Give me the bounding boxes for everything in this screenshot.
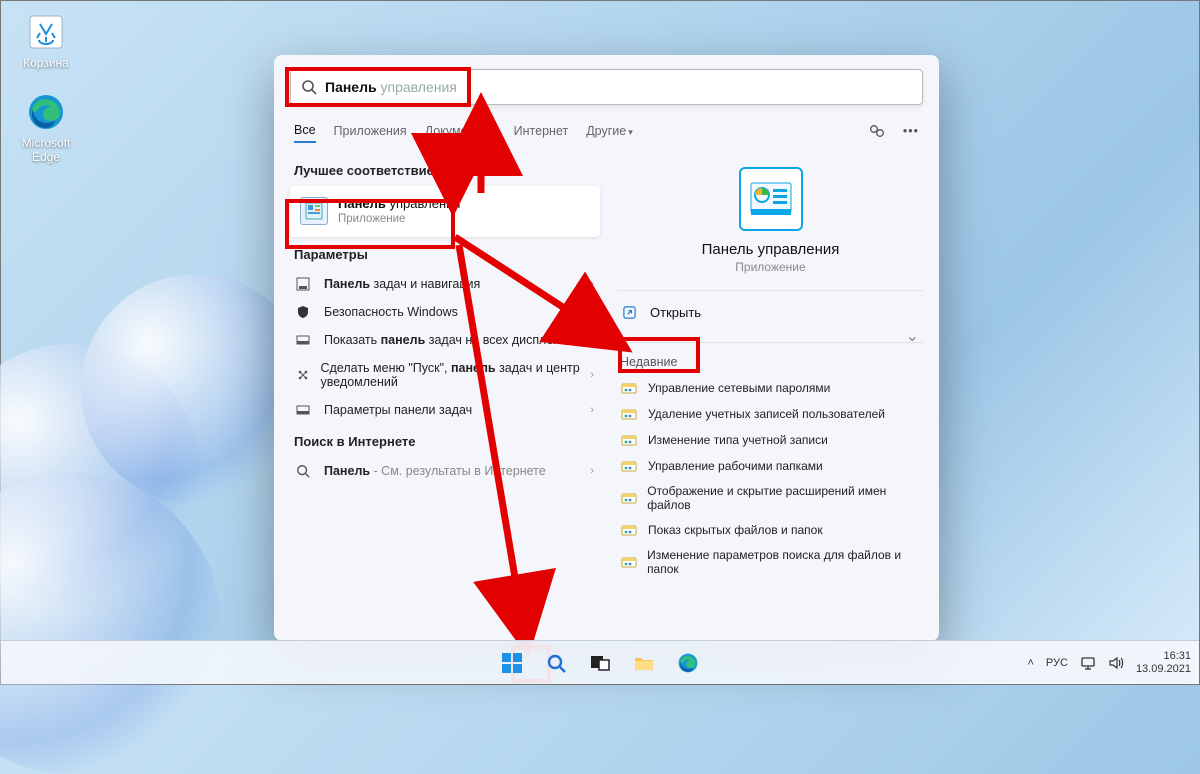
recent-item-label: Изменение типа учетной записи [648, 433, 828, 447]
web-header: Поиск в Интернете [294, 434, 600, 449]
open-label: Открыть [650, 305, 701, 320]
tab-apps[interactable]: Приложения [334, 120, 407, 142]
tray-overflow-icon[interactable]: ˄ [1027, 657, 1033, 669]
settings-item-icon [296, 403, 314, 417]
settings-item-label: Безопасность Windows [324, 305, 458, 319]
params-header: Параметры [294, 247, 600, 262]
web-item-text: Панель - См. результаты в Интернете [324, 464, 546, 478]
tab-more[interactable]: Другие▾ [586, 120, 633, 142]
network-icon[interactable] [1080, 656, 1096, 670]
edge-icon [25, 91, 67, 133]
recent-item-icon [620, 406, 638, 422]
detail-app-icon [739, 167, 803, 231]
tab-docs[interactable]: Документы▾ [425, 120, 496, 142]
recent-item-label: Управление сетевыми паролями [648, 381, 830, 395]
expand-chevron-icon[interactable]: ⌄ [906, 326, 919, 346]
recent-item-icon [620, 458, 638, 474]
settings-item[interactable]: Показать панель задач на всех дисплеях› [290, 326, 600, 354]
edge-taskbar-button[interactable] [668, 643, 708, 683]
recent-header: Недавние [620, 355, 923, 369]
taskbar-search-button[interactable] [536, 643, 576, 683]
recent-item-label: Удаление учетных записей пользователей [648, 407, 885, 421]
open-button[interactable]: Открыть [618, 299, 923, 326]
search-query: Панель управления [325, 79, 457, 95]
search-tabs: Все Приложения Документы▾ Интернет Други… [294, 119, 919, 143]
more-icon[interactable]: ••• [903, 124, 919, 138]
settings-item-icon [296, 305, 314, 319]
control-panel-icon [300, 197, 328, 225]
search-input-row[interactable]: Панель управления [290, 69, 923, 105]
settings-item-label: Сделать меню "Пуск", панель задач и цент… [320, 361, 594, 389]
recent-item[interactable]: Изменение типа учетной записи [618, 427, 923, 453]
recent-item-label: Изменение параметров поиска для файлов и… [647, 548, 921, 576]
detail-title: Панель управления [618, 241, 923, 258]
recent-item[interactable]: Удаление учетных записей пользователей [618, 401, 923, 427]
recent-item-icon [620, 522, 638, 538]
volume-icon[interactable] [1108, 656, 1124, 670]
recent-item[interactable]: Управление рабочими папками [618, 453, 923, 479]
desktop-icon-label: Microsoft Edge [11, 136, 81, 164]
recent-item-icon [620, 432, 638, 448]
recent-item[interactable]: Отображение и скрытие расширений имен фа… [618, 479, 923, 517]
recent-item[interactable]: Управление сетевыми паролями [618, 375, 923, 401]
detail-subtitle: Приложение [618, 260, 923, 274]
recent-item[interactable]: Показ скрытых файлов и папок [618, 517, 923, 543]
desktop-icon-recycle-bin[interactable]: Корзина [11, 11, 81, 70]
tab-web[interactable]: Интернет [514, 120, 569, 142]
settings-item[interactable]: Параметры панели задач› [290, 396, 600, 424]
feedback-icon[interactable] [869, 123, 885, 139]
recent-item-label: Отображение и скрытие расширений имен фа… [647, 484, 921, 512]
web-search-item[interactable]: Панель - См. результаты в Интернете › [290, 457, 600, 485]
recent-item-label: Управление рабочими папками [648, 459, 823, 473]
search-flyout: Панель управления Все Приложения Докумен… [274, 55, 939, 641]
best-match-header: Лучшее соответствие [294, 163, 600, 178]
settings-item-icon [296, 368, 310, 382]
explorer-button[interactable] [624, 643, 664, 683]
task-view-button[interactable] [580, 643, 620, 683]
settings-item[interactable]: Сделать меню "Пуск", панель задач и цент… [290, 354, 600, 396]
taskbar: ˄ РУС 16:31 13.09.2021 [1, 640, 1199, 684]
best-match-item[interactable]: Панель управления Приложение [290, 186, 600, 237]
desktop-icon-edge[interactable]: Microsoft Edge [11, 91, 81, 164]
settings-item-label: Параметры панели задач [324, 403, 472, 417]
best-title: Панель управления [338, 196, 460, 212]
best-subtitle: Приложение [338, 212, 460, 226]
recent-item-label: Показ скрытых файлов и папок [648, 523, 823, 537]
desktop-icon-label: Корзина [11, 56, 81, 70]
recent-item-icon [620, 380, 638, 396]
recent-item[interactable]: Изменение параметров поиска для файлов и… [618, 543, 923, 581]
recycle-bin-icon [25, 11, 67, 53]
system-tray: ˄ РУС 16:31 13.09.2021 [1027, 650, 1191, 675]
settings-item-icon [296, 277, 314, 291]
recent-item-icon [620, 554, 637, 570]
search-icon [296, 464, 314, 478]
tray-language[interactable]: РУС [1046, 657, 1068, 669]
recent-item-icon [620, 490, 637, 506]
settings-item-label: Панель задач и навигация [324, 277, 480, 291]
tray-clock[interactable]: 16:31 13.09.2021 [1136, 650, 1191, 675]
settings-item[interactable]: Безопасность Windows› [290, 298, 600, 326]
search-icon [301, 79, 317, 95]
start-button[interactable] [492, 643, 532, 683]
tab-all[interactable]: Все [294, 119, 316, 143]
settings-item-label: Показать панель задач на всех дисплеях [324, 333, 566, 347]
settings-item-icon [296, 333, 314, 347]
settings-item[interactable]: Панель задач и навигация› [290, 270, 600, 298]
open-icon [622, 305, 640, 320]
